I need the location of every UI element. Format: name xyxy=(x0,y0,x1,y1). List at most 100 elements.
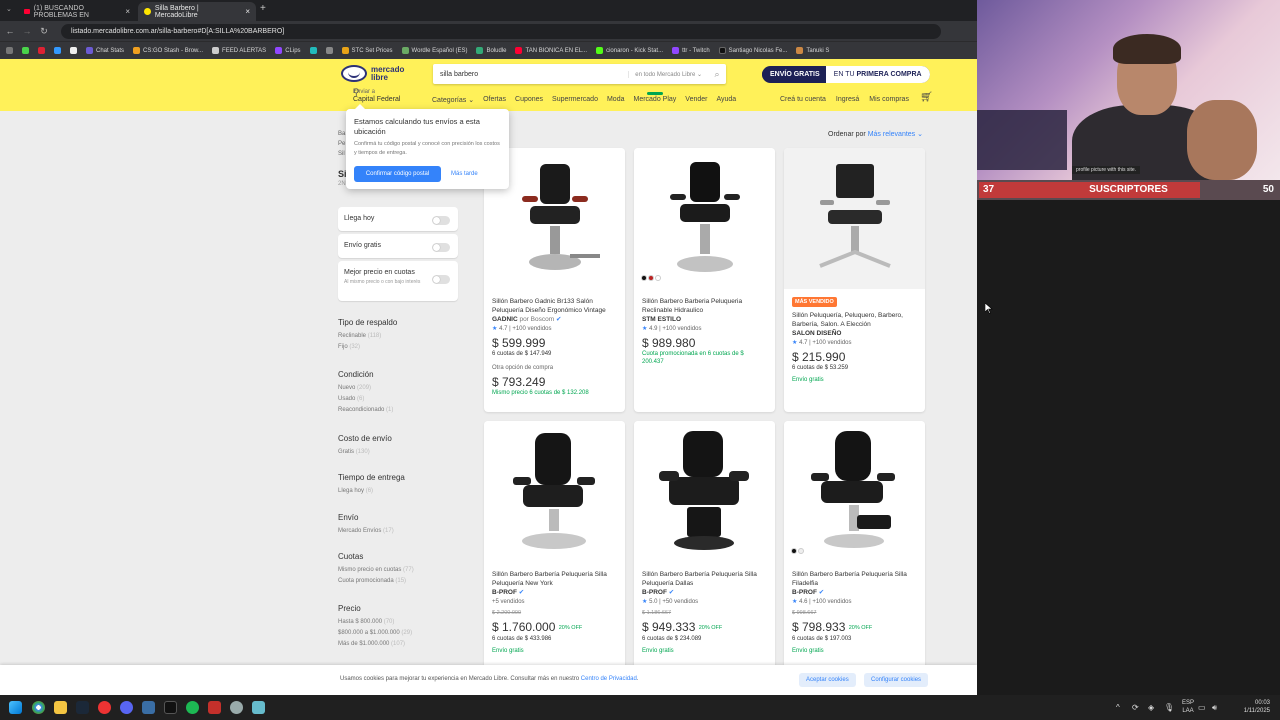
login-link[interactable]: Ingresá xyxy=(836,96,859,103)
toggle-switch[interactable] xyxy=(432,216,450,225)
chrome-icon[interactable] xyxy=(32,701,45,714)
search-bar[interactable]: silla barbero en todo Mercado Libre ⌄ ⌕ xyxy=(433,64,726,84)
breadcrumb-item[interactable]: Sil xyxy=(338,149,345,159)
bookmark-icon[interactable] xyxy=(309,47,317,54)
product-image[interactable] xyxy=(634,148,775,289)
filter-option[interactable]: Nuevo (209) xyxy=(338,385,393,391)
product-image[interactable] xyxy=(784,421,925,562)
configure-cookies-button[interactable]: Configurar cookies xyxy=(864,673,929,687)
filter-option[interactable]: Mercado Envíos (17) xyxy=(338,528,394,534)
nav-ayuda[interactable]: Ayuda xyxy=(716,96,736,104)
app-icon[interactable] xyxy=(252,701,265,714)
product-card[interactable]: Sillón Barbero Barbería Peluquería Silla… xyxy=(634,421,775,665)
forward-icon[interactable]: → xyxy=(20,26,34,36)
toggle-switch[interactable] xyxy=(432,243,450,252)
filter-option[interactable]: Reclinable (118) xyxy=(338,333,397,339)
search-icon[interactable]: ⌕ xyxy=(708,69,726,80)
steam-icon[interactable] xyxy=(76,701,89,714)
steam-tray-icon[interactable]: ◈ xyxy=(1148,703,1154,712)
mic-icon[interactable]: 🎙︎ xyxy=(1164,703,1174,712)
bookmark-icon[interactable] xyxy=(70,47,77,54)
product-title[interactable]: Sillón Barbero Barbería Peluquería Silla… xyxy=(642,570,767,588)
product-card[interactable]: Sillón Barbero Barberia Peluqueria Recli… xyxy=(634,148,775,412)
tab-search-icon[interactable]: ⌄ xyxy=(6,5,12,13)
filter-option[interactable]: Llega hoy (6) xyxy=(338,488,405,494)
filter-option[interactable]: Hasta $ 800.000 (70) xyxy=(338,619,412,625)
apps-icon[interactable] xyxy=(6,47,13,54)
toggle-switch[interactable] xyxy=(432,275,450,284)
bookmark-chat-stats[interactable]: Chat Stats xyxy=(86,47,124,54)
product-title[interactable]: Sillón Barbero Barberia Peluqueria Recli… xyxy=(642,297,767,315)
sync-icon[interactable]: ⟳ xyxy=(1132,703,1139,712)
filter-option[interactable]: Reacondicionado (1) xyxy=(338,407,393,413)
product-card[interactable]: Sillón Barbero Barbería Peluquería Silla… xyxy=(784,421,925,665)
chevron-up-icon[interactable]: ^ xyxy=(1116,703,1120,712)
toggle-mejor-precio[interactable]: Mejor precio en cuotas Al mismo precio o… xyxy=(338,261,458,301)
bookmark-santiago[interactable]: Santiago Nicolas Fe... xyxy=(718,47,787,54)
product-title[interactable]: Sillón Barbero Gadnic Br133 Salón Peluqu… xyxy=(492,297,617,315)
mercadolibre-logo[interactable]: mercado libre xyxy=(341,65,413,82)
free-shipping-banner[interactable]: ENVÍO GRATIS EN TU PRIMERA COMPRA xyxy=(762,66,930,83)
bookmark-icon[interactable] xyxy=(325,47,333,54)
nav-ofertas[interactable]: Ofertas xyxy=(483,96,506,104)
product-image[interactable] xyxy=(484,421,625,562)
tiktok-icon[interactable] xyxy=(164,701,177,714)
language-indicator[interactable]: ESP LAA xyxy=(1182,699,1194,715)
bookmark-kick[interactable]: cionaron - Kick Stat... xyxy=(596,47,663,54)
cart-icon[interactable]: 🛒︎ xyxy=(920,92,933,103)
nav-mercado-play[interactable]: Mercado Play xyxy=(633,92,676,104)
nav-cupones[interactable]: Cupones xyxy=(515,96,543,104)
new-tab-button[interactable]: + xyxy=(260,3,266,14)
clock[interactable]: 00:03 1/11/2025 xyxy=(1244,699,1270,715)
bookmark-csgo[interactable]: CS:GO Stash - Brow... xyxy=(133,47,203,54)
file-explorer-icon[interactable] xyxy=(54,701,67,714)
product-card[interactable]: Sillón Barbero Barbería Peluquería Silla… xyxy=(484,421,625,665)
toggle-envio-gratis[interactable]: Envío gratis xyxy=(338,234,458,258)
close-tab-icon[interactable]: × xyxy=(125,7,130,16)
back-icon[interactable]: ← xyxy=(3,26,17,36)
create-account-link[interactable]: Creá tu cuenta xyxy=(780,96,826,103)
bookmark-feed[interactable]: FEED ALERTAS xyxy=(212,47,266,54)
nav-vender[interactable]: Vender xyxy=(685,96,707,104)
reload-icon[interactable]: ↻ xyxy=(37,26,51,37)
bookmark-twitch[interactable]: ttr - Twitch xyxy=(672,47,710,54)
product-title[interactable]: Sillón Barbero Barbería Peluquería Silla… xyxy=(492,570,617,588)
product-image[interactable] xyxy=(634,421,775,562)
my-purchases-link[interactable]: Mis compras xyxy=(869,96,909,103)
tab-mercadolibre[interactable]: Silla Barbero | MercadoLibre × xyxy=(138,2,256,21)
nav-categorias[interactable]: Categorías ⌄ xyxy=(432,96,474,104)
nav-moda[interactable]: Moda xyxy=(607,96,625,104)
app-icon[interactable] xyxy=(142,701,155,714)
bookmark-icon[interactable] xyxy=(38,47,45,54)
breadcrumb-item[interactable]: Pe xyxy=(338,139,345,149)
bookmark-icon[interactable] xyxy=(22,47,29,54)
search-scope[interactable]: en todo Mercado Libre ⌄ xyxy=(628,70,708,78)
filter-option[interactable]: $800.000 a $1.000.000 (29) xyxy=(338,630,412,636)
breadcrumb-item[interactable]: Ba xyxy=(338,129,345,139)
app-icon[interactable] xyxy=(230,701,243,714)
accept-cookies-button[interactable]: Aceptar cookies xyxy=(799,673,856,687)
bookmark-wordle[interactable]: Wordle Español (ES) xyxy=(401,47,467,54)
filter-option[interactable]: Más de $1.000.000 (107) xyxy=(338,641,412,647)
url-field[interactable]: listado.mercadolibre.com.ar/silla-barber… xyxy=(61,23,941,39)
toggle-llega-hoy[interactable]: Llega hoy xyxy=(338,207,458,231)
product-title[interactable]: Sillón Peluquería, Peluquero, Barbero, B… xyxy=(792,311,917,329)
network-icon[interactable]: ▭ xyxy=(1198,703,1206,712)
filter-option[interactable]: Fijo (32) xyxy=(338,344,397,350)
filter-option[interactable]: Cuota promocionada (15) xyxy=(338,578,414,584)
filter-option[interactable]: Mismo precio en cuotas (77) xyxy=(338,567,414,573)
bookmark-clips[interactable]: CLips xyxy=(275,47,301,54)
volume-icon[interactable]: 🔊︎ xyxy=(1212,703,1217,713)
product-image[interactable] xyxy=(784,148,925,289)
sort-control[interactable]: Ordenar por Más relevantes ⌄ xyxy=(828,130,923,138)
privacy-center-link[interactable]: Centro de Privacidad xyxy=(581,676,637,682)
spotify-icon[interactable] xyxy=(186,701,199,714)
discord-icon[interactable] xyxy=(120,701,133,714)
confirm-postal-code-button[interactable]: Confirmar código postal xyxy=(354,166,441,182)
filter-option[interactable]: Usado (6) xyxy=(338,396,393,402)
bookmark-stc[interactable]: STC Set Prices xyxy=(341,47,393,54)
bookmark-icon[interactable] xyxy=(54,47,61,54)
windows-start-icon[interactable] xyxy=(9,701,22,714)
color-swatches[interactable] xyxy=(641,275,661,281)
obs-icon[interactable] xyxy=(98,701,111,714)
